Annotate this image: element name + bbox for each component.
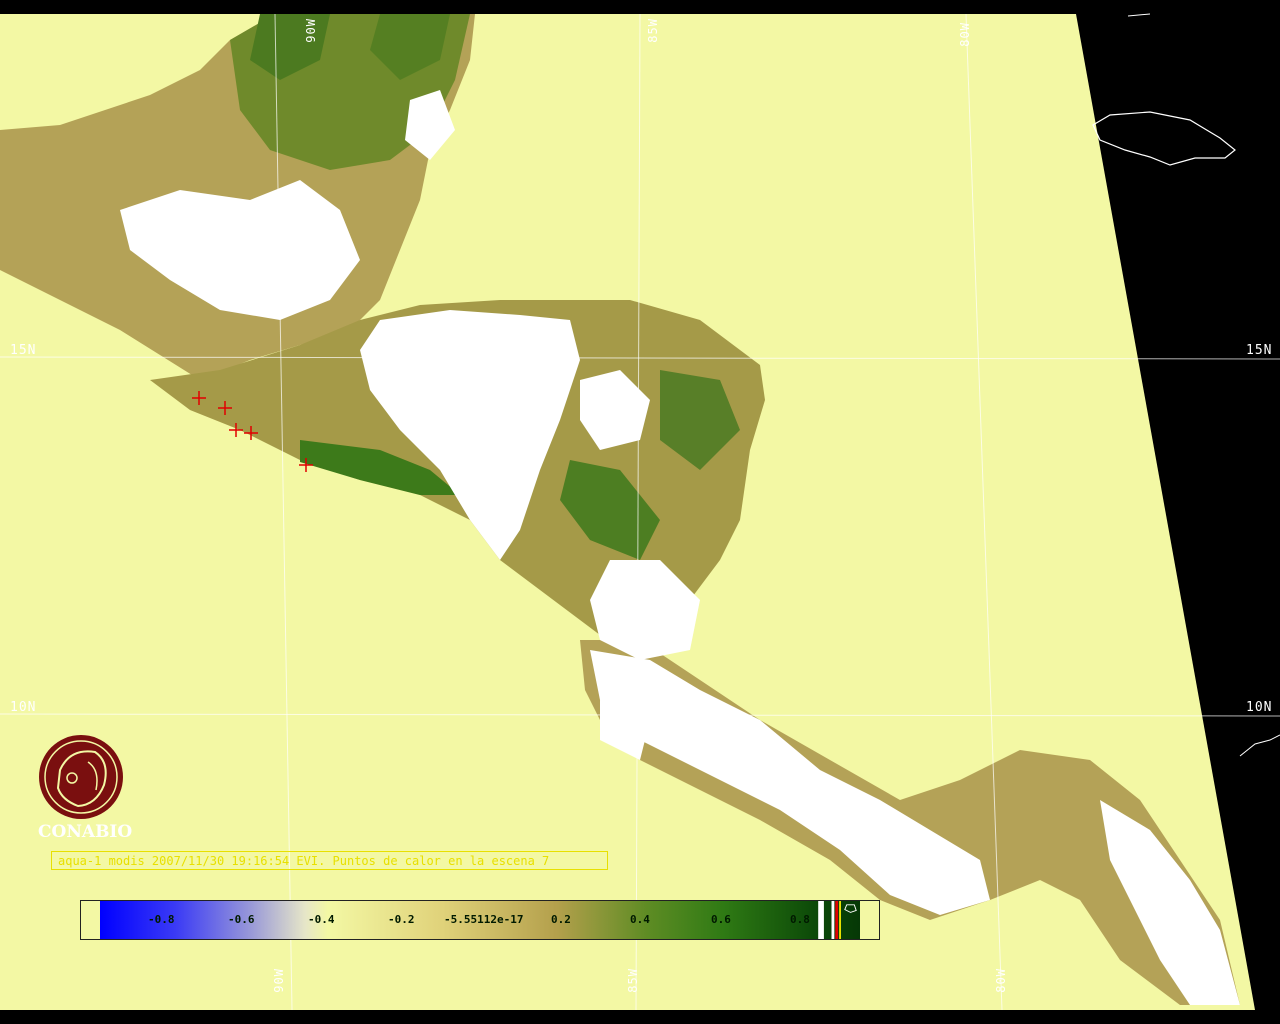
colorbar-tick: -5.55112e-17 xyxy=(444,913,524,926)
lon-label-85w-bottom: 85W xyxy=(626,968,640,993)
lon-label-90w-top: 90W xyxy=(304,18,318,43)
lat-label-15n-left: 15N xyxy=(10,343,37,358)
colorbar-white-band xyxy=(818,901,824,939)
conabio-logo-text: CONABIO xyxy=(38,822,133,842)
colorbar-red-band xyxy=(835,901,839,939)
colorbar-tick: 0.6 xyxy=(711,913,731,926)
lon-label-90w-bottom: 90W xyxy=(272,968,286,993)
colorbar-tick: -0.2 xyxy=(388,913,415,926)
colorbar-tick: 0.8 xyxy=(790,913,810,926)
lon-label-80w-top: 80W xyxy=(958,22,972,47)
scene-caption: aqua-1 modis 2007/11/30 19:16:54 EVI. Pu… xyxy=(51,851,608,870)
colorbar-tick: -0.8 xyxy=(148,913,175,926)
colorbar-tick: 0.2 xyxy=(551,913,571,926)
lat-label-15n-right: 15N xyxy=(1246,343,1273,358)
colorbar-white-band-2 xyxy=(831,901,835,939)
colorbar-tick: -0.4 xyxy=(308,913,335,926)
conabio-logo xyxy=(39,735,123,819)
lat-label-10n-right: 10N xyxy=(1246,700,1273,715)
colorbar-tick: -0.6 xyxy=(228,913,255,926)
colorbar-tick: 0.4 xyxy=(630,913,650,926)
lon-label-85w-top: 85W xyxy=(646,18,660,43)
lat-label-10n-left: 10N xyxy=(10,700,37,715)
lon-label-80w-bottom: 80W xyxy=(994,968,1008,993)
colorbar-yellow-band xyxy=(839,901,841,939)
